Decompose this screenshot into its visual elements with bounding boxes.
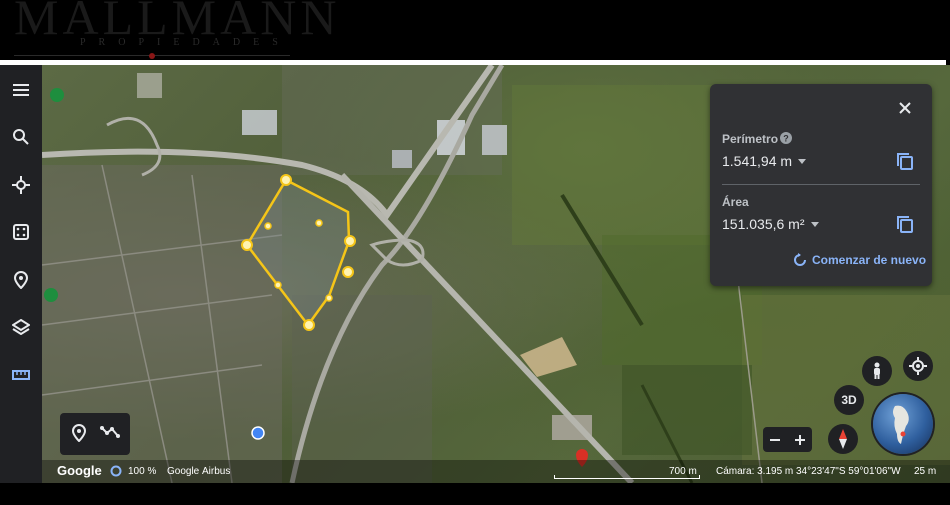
- loading-ring-icon: [110, 465, 122, 477]
- zoom-control: [763, 427, 812, 452]
- camera-altitude: Cámara: 3.195 m: [716, 466, 794, 477]
- path-tool-button[interactable]: [100, 424, 120, 444]
- path-icon: [100, 426, 120, 438]
- svg-text:?: ?: [783, 134, 789, 144]
- projects-button[interactable]: [6, 265, 36, 295]
- scale-label: 700 m: [669, 466, 697, 477]
- globe-minimap[interactable]: [873, 394, 933, 454]
- elevation: 25 m: [914, 466, 937, 477]
- copy-area-button[interactable]: [896, 215, 916, 235]
- copy-perimeter-button[interactable]: [896, 152, 916, 172]
- area-unit-select[interactable]: 151.035,6 m²: [722, 216, 819, 232]
- perimeter-value: 1.541,94 m: [722, 153, 793, 169]
- ruler-icon: [12, 370, 30, 380]
- perimeter-label: Perímetro: [722, 132, 779, 146]
- plus-icon: [794, 434, 805, 445]
- compass-icon: [839, 429, 847, 449]
- search-icon: [13, 129, 29, 145]
- attribution-google: Google: [167, 466, 200, 477]
- help-icon: ?: [780, 132, 792, 144]
- minus-icon: [770, 438, 781, 441]
- globe-icon: [893, 405, 909, 444]
- random-button[interactable]: [6, 217, 36, 247]
- loading-indicator: [110, 465, 122, 480]
- area-label: Área: [722, 195, 749, 209]
- my-location-button[interactable]: [903, 351, 933, 381]
- voyager-button[interactable]: [6, 170, 36, 200]
- restart-button[interactable]: Comenzar de nuevo: [793, 253, 926, 267]
- street-view-button[interactable]: [862, 356, 892, 386]
- bottom-border: [0, 483, 950, 505]
- panel-divider: [722, 184, 920, 185]
- perimeter-unit-select[interactable]: 1.541,94 m: [722, 153, 807, 169]
- area-value: 151.035,6 m²: [722, 216, 805, 232]
- help-button[interactable]: ?: [780, 131, 792, 149]
- point-tool-button[interactable]: [71, 423, 91, 444]
- location-pin-icon: [13, 271, 29, 289]
- watermark-bar: MALLMANN PROPIEDADES: [0, 0, 950, 60]
- pegman-icon: [874, 362, 880, 379]
- layers-icon: [12, 319, 30, 335]
- copy-icon: [897, 153, 913, 170]
- measure-button[interactable]: [6, 360, 36, 390]
- coordinates: 34°23'47"S 59°01'06"W: [796, 466, 901, 477]
- copy-icon: [897, 216, 913, 233]
- zoom-out-button[interactable]: [763, 427, 788, 452]
- watermark-subtitle: PROPIEDADES: [80, 37, 291, 48]
- menu-button[interactable]: [6, 75, 36, 105]
- compass-button[interactable]: [828, 424, 858, 454]
- dice-icon: [13, 224, 29, 240]
- restart-icon: [794, 253, 806, 266]
- watermark-dot: [149, 53, 155, 59]
- close-icon: [899, 102, 911, 114]
- voyager-icon: [12, 176, 30, 194]
- attribution-airbus: Airbus: [202, 466, 231, 477]
- left-sidebar: [0, 65, 42, 483]
- map-style-button[interactable]: [6, 312, 36, 342]
- measure-tools: [60, 413, 130, 455]
- restart-label: Comenzar de nuevo: [812, 253, 927, 267]
- chevron-down-icon: [798, 158, 807, 164]
- google-logo: Google: [57, 463, 102, 478]
- three-d-button[interactable]: 3D: [834, 385, 864, 415]
- loading-percent: 100 %: [128, 466, 157, 477]
- zoom-in-button[interactable]: [788, 427, 813, 452]
- search-button[interactable]: [6, 122, 36, 152]
- chevron-down-icon: [810, 221, 819, 227]
- close-button[interactable]: [894, 97, 916, 119]
- location-pin-icon: [71, 423, 87, 443]
- menu-icon: [13, 84, 29, 96]
- status-bar: Google 100 % Google Airbus 700 m Cámara:…: [42, 460, 950, 483]
- crosshair-icon: [909, 357, 927, 375]
